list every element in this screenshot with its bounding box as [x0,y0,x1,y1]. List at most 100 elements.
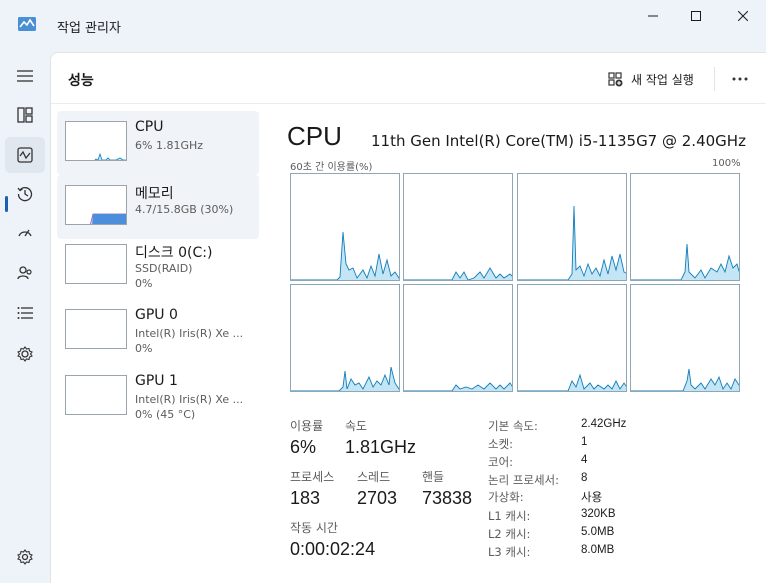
maximize-icon [691,11,701,21]
perf-item-detail: SSD(RAID) [135,262,193,275]
graph-label-max: 100% [712,158,741,169]
core-graph-0 [290,173,400,281]
settings-icon [17,549,33,565]
spec-key: L2 캐시: [488,527,531,541]
processes-icon [17,107,33,123]
spec-key: 소켓: [488,437,514,451]
spec-value: 8 [581,472,588,484]
perf-item-usage: 0% [135,342,153,355]
nav-startup-apps[interactable] [5,215,45,251]
title-bar: 작업 관리자 [0,0,766,48]
handles-value: 73838 [422,488,473,508]
startup-apps-icon [18,229,32,237]
handles-label: 핸들 [422,470,445,484]
more-options-button[interactable] [728,67,752,91]
graph-label-utilization: 60초 간 이용률(%) [290,162,373,173]
task-manager-app-icon [18,17,36,31]
perf-item-name: GPU 1 [135,373,178,389]
minimize-icon [648,15,658,17]
perf-item-usage: 0% [135,277,153,290]
spec-key: 기본 속도: [488,419,538,433]
perf-item-name: CPU [135,119,164,135]
performance-icon [17,147,33,163]
threads-value: 2703 [357,488,398,508]
spec-value: 320KB [581,508,616,520]
spec-value: 2.42GHz [581,418,627,430]
close-icon [738,11,748,21]
threads-label: 스레드 [357,470,391,484]
perf-item-detail: 4.7/15.8GB (30%) [135,203,234,216]
services-icon [17,346,33,362]
nav-settings[interactable] [5,539,45,575]
gpu1-thumbnail-graph [65,375,127,415]
perf-item-detail: Intel(R) Iris(R) Xe ... [135,327,244,340]
perf-item-disk[interactable]: 디스크 0(C:) SSD(RAID) 0% [57,234,259,298]
detail-title: CPU [287,121,342,151]
nav-users[interactable] [5,255,45,291]
header-separator [714,67,715,91]
nav-details[interactable] [5,295,45,331]
processes-value: 183 [290,488,321,508]
memory-thumbnail-graph [65,185,127,225]
content-panel: 성능 새 작업 실행 CPU 6% 1.81GHz 메모리 4.7/15.8GB… [50,52,766,583]
details-icon [17,307,33,319]
close-button[interactable] [720,0,766,32]
uptime-value: 0:00:02:24 [290,539,376,559]
utilization-value: 6% [290,437,317,457]
perf-item-detail: Intel(R) Iris(R) Xe ... [135,393,244,406]
perf-item-gpu-1[interactable]: GPU 1 Intel(R) Iris(R) Xe ... 0% (45 °C) [57,365,259,429]
maximize-button[interactable] [673,0,719,32]
nav-menu-toggle[interactable] [5,58,45,94]
run-new-task-button[interactable]: 새 작업 실행 [608,67,694,91]
core-graph-1 [403,173,513,281]
core-graph-2 [517,173,627,281]
run-new-task-label: 새 작업 실행 [631,72,694,87]
core-graph-7 [630,284,740,392]
perf-item-name: 디스크 0(C:) [135,245,213,261]
perf-item-gpu-0[interactable]: GPU 0 Intel(R) Iris(R) Xe ... 0% [57,299,259,363]
cpu-model-name: 11th Gen Intel(R) Core(TM) i5-1135G7 @ 2… [371,132,746,150]
gpu0-thumbnail-graph [65,309,127,349]
spec-value: 사용 [581,492,603,504]
nav-app-history[interactable] [5,176,45,212]
window-title: 작업 관리자 [57,21,121,36]
hamburger-icon [17,70,33,82]
speed-value: 1.81GHz [345,437,417,457]
perf-item-cpu[interactable]: CPU 6% 1.81GHz [57,111,259,175]
run-new-task-icon [608,71,623,86]
app-history-icon [17,187,33,202]
spec-key: 가상화: [488,490,524,504]
page-title: 성능 [68,73,94,89]
nav-performance[interactable] [5,137,45,173]
spec-value: 1 [581,436,588,448]
minimize-button[interactable] [630,0,676,32]
cpu-thumbnail-graph [65,121,127,161]
perf-item-memory[interactable]: 메모리 4.7/15.8GB (30%) [57,175,259,239]
perf-item-usage: 0% (45 °C) [135,408,196,421]
disk-thumbnail-graph [65,244,127,284]
spec-key: L1 캐시: [488,509,531,523]
navigation-rail [0,48,50,583]
speed-label: 속도 [345,419,368,433]
core-graph-4 [290,284,400,392]
spec-key: L3 캐시: [488,545,531,559]
header-divider [51,103,766,104]
spec-value: 8.0MB [581,544,615,556]
spec-value: 5.0MB [581,526,615,538]
more-horizontal-icon [732,77,748,81]
users-icon [17,266,32,280]
core-graph-6 [517,284,627,392]
processes-label: 프로세스 [290,470,335,484]
nav-services[interactable] [5,336,45,372]
perf-item-detail: 6% 1.81GHz [135,139,204,152]
perf-item-name: 메모리 [135,186,174,202]
uptime-label: 작동 시간 [290,521,338,535]
spec-key: 논리 프로세서: [488,473,560,487]
spec-value: 4 [581,454,588,466]
core-graph-5 [403,284,513,392]
perf-item-name: GPU 0 [135,307,178,323]
nav-processes[interactable] [5,97,45,133]
utilization-label: 이용률 [290,419,324,433]
spec-key: 코어: [488,455,514,469]
core-graph-3 [630,173,740,281]
